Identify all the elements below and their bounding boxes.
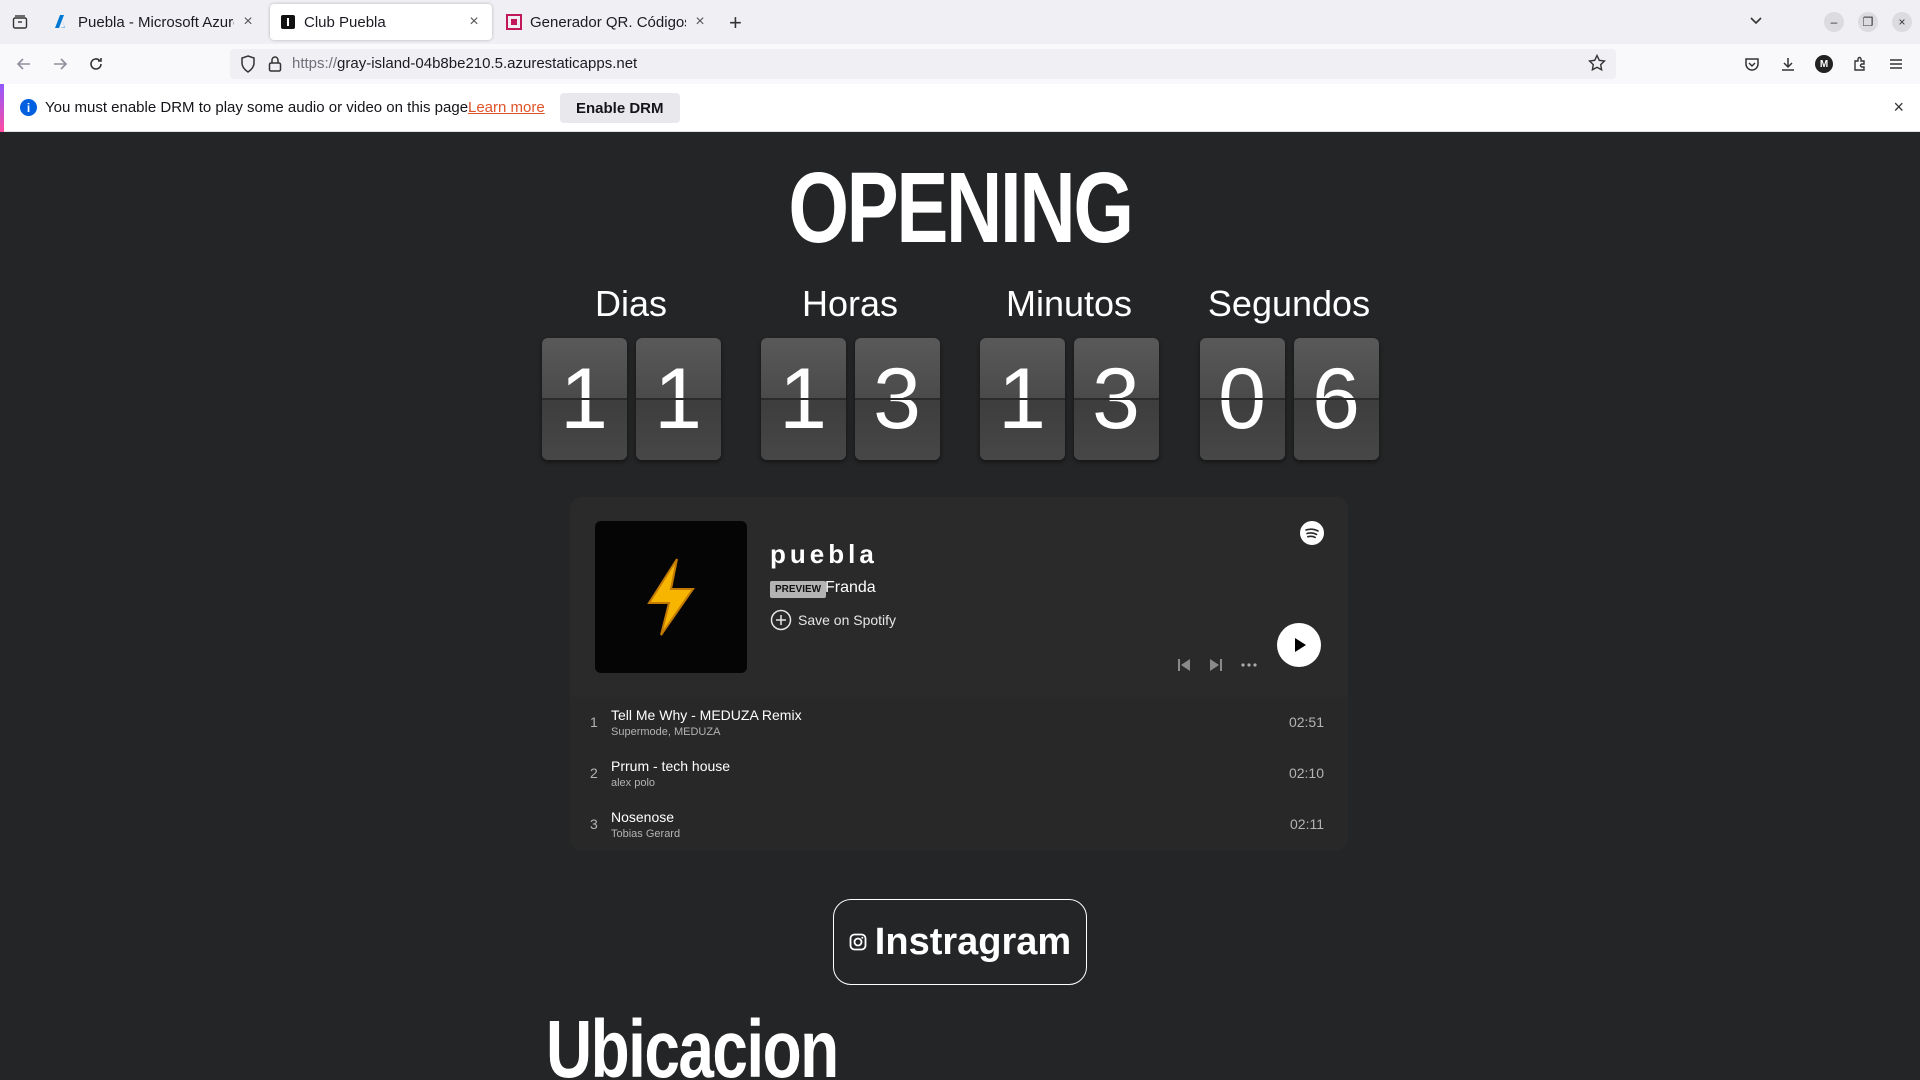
browser-tab-bar: Puebla - Microsoft Azure × Club Puebla ×…	[0, 0, 1920, 44]
save-label: Save on Spotify	[798, 612, 897, 628]
track-name: Nosenose	[611, 809, 675, 825]
downloads-icon[interactable]	[1777, 53, 1799, 75]
back-icon[interactable]	[12, 52, 36, 76]
minimize-icon[interactable]: –	[1824, 12, 1844, 32]
close-notification-icon[interactable]: ×	[1893, 97, 1904, 118]
countdown-digit: 1	[979, 338, 1065, 460]
countdown-days: Dias 1 1	[536, 283, 726, 460]
close-tab-icon[interactable]: ×	[240, 13, 256, 31]
tab-list-icon[interactable]	[10, 12, 30, 32]
close-tab-icon[interactable]: ×	[692, 13, 708, 31]
qr-favicon-icon	[506, 14, 522, 30]
extensions-icon[interactable]	[1849, 53, 1871, 75]
preview-badge: PREVIEW	[770, 581, 827, 598]
bookmark-star-icon[interactable]	[1587, 53, 1607, 77]
track-artist: alex polo	[611, 777, 656, 789]
track-name: Prrum - tech house	[611, 758, 731, 774]
close-tab-icon[interactable]: ×	[466, 13, 482, 31]
countdown-seconds: Segundos 0 6	[1194, 283, 1384, 460]
countdown-hours: Horas 1 3	[755, 283, 945, 460]
countdown-label: Minutos	[1005, 283, 1133, 324]
countdown-digit: 1	[635, 338, 721, 460]
location-heading: Ubicacion	[546, 1004, 839, 1080]
url-protocol: https://	[292, 55, 338, 72]
countdown-digit: 3	[854, 338, 940, 460]
playlist-cover[interactable]	[595, 521, 747, 673]
track-duration: 02:51	[1288, 714, 1324, 730]
navigation-toolbar: https://gray-island-04b8be210.5.azuresta…	[0, 44, 1920, 84]
track-name: Tell Me Why - MEDUZA Remix	[611, 707, 802, 723]
tab-puebla-azure[interactable]: Puebla - Microsoft Azure ×	[44, 4, 266, 40]
spotify-logo-icon[interactable]	[1300, 521, 1324, 550]
learn-more-link[interactable]: Learn more	[468, 99, 545, 116]
drm-notification-bar: i You must enable DRM to play some audio…	[0, 84, 1920, 132]
track-artist: Supermode, MEDUZA	[611, 726, 721, 738]
next-track-icon[interactable]	[1208, 657, 1224, 678]
instagram-icon	[849, 933, 867, 951]
url-host: gray-island-04b8be210.5.azurestaticapps.…	[337, 55, 638, 72]
url-bar[interactable]: https://gray-island-04b8be210.5.azuresta…	[230, 49, 1616, 79]
tab-title: Puebla - Microsoft Azure	[78, 13, 234, 31]
account-avatar-icon[interactable]: M	[1813, 53, 1835, 75]
reload-icon[interactable]	[84, 52, 108, 76]
instagram-label: Instragram	[874, 920, 1072, 963]
more-options-icon[interactable]	[1240, 657, 1258, 678]
chevron-down-icon[interactable]	[1748, 12, 1764, 33]
page-content: OPENING Dias 1 1 Horas 1 3 Minutos 1 3 S…	[0, 133, 1920, 1080]
url-text[interactable]: https://gray-island-04b8be210.5.azuresta…	[292, 55, 637, 72]
countdown-label: Segundos	[1207, 283, 1371, 324]
tab-generador-qr[interactable]: Generador QR. Códigos QR ×	[496, 4, 718, 40]
lock-icon[interactable]	[268, 55, 282, 78]
spotify-header: puebla PREVIEW Franda Save on Spotify	[570, 497, 1348, 697]
countdown-digit: 1	[760, 338, 846, 460]
tracking-protection-shield-icon[interactable]	[240, 55, 256, 78]
tab-club-puebla[interactable]: Club Puebla ×	[270, 4, 492, 40]
countdown-minutes: Minutos 1 3	[974, 283, 1164, 460]
opening-heading: OPENING	[788, 152, 1134, 264]
restore-icon[interactable]: ❐	[1858, 12, 1878, 32]
account-initial: M	[1819, 58, 1829, 70]
track-row[interactable]: 2 Prrum - tech house alex polo 02:10	[570, 748, 1348, 799]
lightning-icon	[647, 558, 695, 636]
close-window-icon[interactable]: ×	[1892, 12, 1912, 32]
add-circle-icon	[770, 609, 792, 631]
playlist-title[interactable]: puebla	[770, 539, 878, 570]
pocket-icon[interactable]	[1741, 53, 1763, 75]
enable-drm-button[interactable]: Enable DRM	[560, 93, 680, 123]
track-number: 1	[590, 714, 598, 730]
countdown-digit: 1	[541, 338, 627, 460]
save-on-spotify-button[interactable]: Save on Spotify	[770, 609, 896, 631]
forward-icon[interactable]	[48, 52, 72, 76]
track-number: 2	[590, 765, 598, 781]
tab-title: Club Puebla	[304, 13, 386, 31]
countdown-label: Dias	[594, 283, 668, 324]
azure-icon	[54, 14, 70, 30]
countdown-digit: 0	[1199, 338, 1285, 460]
playlist-artist[interactable]: Franda	[825, 579, 876, 597]
play-button[interactable]	[1277, 623, 1321, 667]
spotify-embed: puebla PREVIEW Franda Save on Spotify 1 …	[570, 497, 1348, 851]
track-list: 1 Tell Me Why - MEDUZA Remix Supermode, …	[570, 697, 1348, 850]
track-duration: 02:10	[1288, 765, 1324, 781]
countdown-digit: 6	[1293, 338, 1379, 460]
previous-track-icon[interactable]	[1176, 657, 1192, 678]
track-duration: 02:11	[1290, 816, 1324, 832]
instagram-button[interactable]: Instragram	[833, 899, 1087, 985]
menu-hamburger-icon[interactable]	[1885, 53, 1907, 75]
new-tab-icon[interactable]: +	[729, 10, 742, 36]
track-row[interactable]: 3 Nosenose Tobias Gerard 02:11	[570, 799, 1348, 850]
countdown-digit: 3	[1073, 338, 1159, 460]
countdown-label: Horas	[801, 283, 899, 324]
drm-message: You must enable DRM to play some audio o…	[45, 99, 473, 116]
tab-title: Generador QR. Códigos QR	[530, 13, 686, 31]
play-icon	[1295, 638, 1306, 652]
track-number: 3	[590, 816, 598, 832]
site-favicon-icon	[280, 14, 296, 30]
info-icon: i	[20, 99, 37, 116]
track-artist: Tobias Gerard	[611, 828, 681, 840]
track-row[interactable]: 1 Tell Me Why - MEDUZA Remix Supermode, …	[570, 697, 1348, 748]
